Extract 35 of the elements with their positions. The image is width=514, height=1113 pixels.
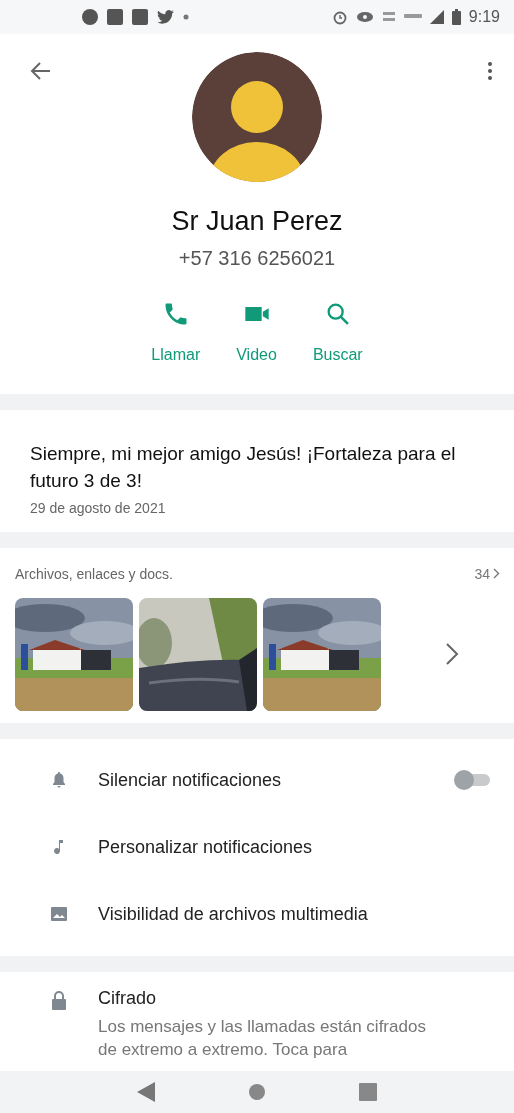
chevron-right-icon: [493, 568, 500, 580]
call-button[interactable]: Llamar: [145, 295, 207, 368]
eye-icon: [355, 10, 374, 23]
lock-icon: [50, 989, 68, 1010]
dot-icon: [183, 13, 189, 20]
square-app-icon: [132, 8, 148, 25]
media-count-link[interactable]: 34: [474, 565, 500, 582]
media-title: Archivos, enlaces y docs.: [15, 565, 173, 582]
setting-label[interactable]: Visibilidad de archivos multimedia: [98, 903, 368, 925]
chevron-right-icon[interactable]: [445, 642, 459, 667]
home-icon[interactable]: [248, 1082, 266, 1101]
bell-icon: [50, 771, 68, 790]
back-icon[interactable]: [136, 1081, 155, 1102]
image-icon: [50, 905, 68, 924]
toggle-switch[interactable]: [454, 770, 490, 791]
video-button[interactable]: Video: [230, 295, 283, 368]
battery-icon: [451, 8, 461, 25]
setting-label[interactable]: Personalizar notificaciones: [98, 836, 313, 858]
setting-label[interactable]: Silenciar notificaciones: [98, 769, 282, 791]
about-text: Siempre, mi mejor amigo Jesús! ¡Fortaleza para el futuro 3 de 3!: [30, 441, 457, 493]
avatar-icon[interactable]: [192, 51, 322, 182]
phone-number: +57 316 6256021: [178, 246, 336, 270]
square-app-icon: [107, 8, 123, 25]
about-date: 29 de agosto de 2021: [30, 499, 167, 516]
encryption-description: Los mensajes y las llamadas están cifrados de extremo a extremo. Toca para: [98, 1015, 427, 1061]
back-arrow-icon[interactable]: [30, 59, 52, 82]
bird-icon: [157, 9, 174, 24]
search-button[interactable]: Buscar: [306, 295, 369, 368]
contact-name: Sr Juan Perez: [171, 205, 343, 237]
signal-icon: [429, 9, 444, 24]
recents-icon[interactable]: [359, 1082, 378, 1101]
more-options-icon[interactable]: [486, 59, 494, 82]
encryption-title[interactable]: Cifrado: [98, 987, 438, 1009]
status-time: 9:19: [468, 7, 500, 26]
round-app-icon: [82, 8, 98, 25]
